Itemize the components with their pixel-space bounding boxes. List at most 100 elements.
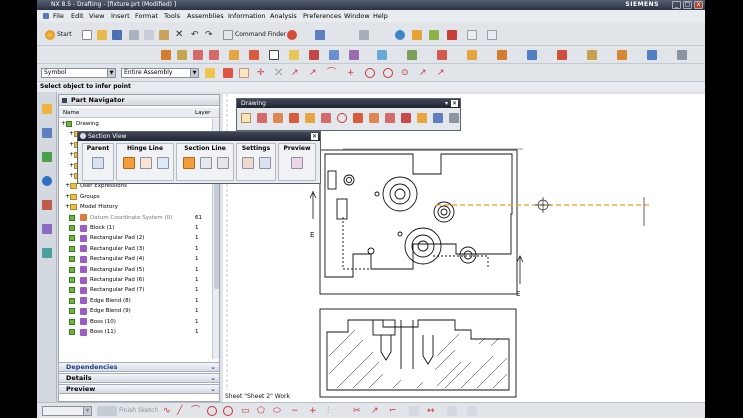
rectangle-icon[interactable]: ▭ [241, 406, 251, 416]
style-icon[interactable] [242, 157, 254, 169]
revolved-section-icon[interactable] [385, 113, 395, 123]
shade-icon[interactable] [412, 30, 422, 40]
visibility-checkbox[interactable] [69, 214, 75, 221]
folded-section-icon[interactable] [401, 113, 411, 123]
edit-icon[interactable] [527, 50, 537, 60]
tree-node[interactable]: + Drawing [59, 119, 211, 129]
assembly-navigator-tab-icon[interactable] [42, 128, 52, 138]
break-view-icon[interactable] [337, 113, 347, 123]
maximize-button[interactable]: □ [683, 1, 692, 9]
chevron-down-icon[interactable]: ⌄ [210, 385, 216, 394]
update-views-icon[interactable] [449, 113, 459, 123]
web-browser-tab-icon[interactable] [42, 176, 52, 186]
feature-row[interactable]: Edge Blend (8) 1 [59, 296, 211, 306]
visibility-checkbox[interactable] [69, 235, 75, 242]
line-icon[interactable]: ╱ [177, 406, 187, 416]
circle-icon[interactable] [365, 68, 375, 78]
symbol-icon[interactable] [349, 50, 359, 60]
arc-tool-icon[interactable]: ⌒ [191, 406, 201, 416]
center-icon[interactable]: ↗ [291, 68, 301, 78]
base-view-icon[interactable] [193, 50, 203, 60]
roles-tab-icon[interactable] [42, 248, 52, 258]
sketch-name-select[interactable]: ▼ [42, 406, 92, 416]
note-icon[interactable] [487, 30, 497, 40]
tree-node[interactable]: + Model History [59, 202, 211, 212]
feature-icon[interactable] [557, 50, 567, 60]
feature-row[interactable]: Rectangular Pad (5) 1 [59, 265, 211, 275]
utility-icon[interactable] [587, 50, 597, 60]
close-icon[interactable]: ✕ [451, 100, 458, 107]
point-tool-icon[interactable]: + [309, 406, 319, 416]
balloon-icon[interactable] [467, 50, 477, 60]
label-icon[interactable] [259, 157, 271, 169]
feature-row[interactable]: Datum Coordinate System (0) 61 [59, 213, 211, 223]
top-view[interactable] [319, 149, 518, 295]
offset-icon[interactable]: ⫶ [327, 406, 337, 416]
menu-file[interactable]: File [53, 10, 64, 22]
datum-icon[interactable] [309, 50, 319, 60]
command-finder-button[interactable]: Command Finder [235, 30, 286, 40]
delete-segment-icon[interactable] [200, 157, 212, 169]
corner-icon[interactable]: ⌐ [389, 406, 399, 416]
pictorial-section-icon[interactable] [417, 113, 427, 123]
view-boundary-icon[interactable] [433, 113, 443, 123]
feature-row[interactable]: Rectangular Pad (2) 1 [59, 233, 211, 243]
intersection-icon[interactable]: ⤫ [275, 68, 285, 78]
copy-icon[interactable] [144, 30, 154, 40]
redo-icon[interactable]: ↷ [205, 30, 215, 40]
cut-icon[interactable] [129, 30, 139, 40]
section-arrow-right[interactable] [516, 255, 524, 284]
parts-list-icon[interactable] [497, 50, 507, 60]
menu-assemblies[interactable]: Assemblies [187, 10, 224, 22]
reverse-hinge-icon[interactable] [140, 157, 152, 169]
visibility-checkbox[interactable] [69, 329, 75, 335]
feature-row[interactable]: Rectangular Pad (3) 1 [59, 244, 211, 254]
section-tb-icon[interactable] [353, 113, 363, 123]
layer-icon[interactable] [315, 30, 325, 40]
type-filter-select[interactable]: Symbol ▼ [41, 68, 116, 78]
mirror-icon[interactable] [447, 406, 457, 416]
menu-analysis[interactable]: Analysis [270, 10, 297, 22]
visibility-checkbox[interactable] [69, 256, 75, 263]
scope-select[interactable]: Entire Assembly ▼ [121, 68, 199, 78]
weld-icon[interactable] [437, 50, 447, 60]
image-icon[interactable] [377, 50, 387, 60]
select-parent-icon[interactable] [92, 157, 104, 169]
menu-information[interactable]: Information [228, 10, 266, 22]
new-sheet-icon[interactable] [241, 113, 251, 123]
render-icon[interactable] [429, 30, 439, 40]
menu-view[interactable]: View [89, 10, 104, 22]
menu-help[interactable]: Help [373, 10, 388, 22]
menu-insert[interactable]: Insert [111, 10, 130, 22]
chevron-down-icon[interactable]: ▼ [190, 69, 198, 77]
projected-tb-icon[interactable] [305, 113, 315, 123]
feature-row[interactable]: Boss (11) 1 [59, 327, 211, 337]
undo-icon[interactable]: ↶ [191, 30, 201, 40]
finish-sketch-button[interactable]: Finish Sketch [119, 406, 158, 416]
tree-node[interactable]: + Groups [59, 192, 211, 202]
column-name[interactable]: Name [63, 108, 79, 118]
column-layer[interactable]: Layer [195, 108, 210, 118]
drawing-view-icon[interactable] [289, 113, 299, 123]
constraint-navigator-tab-icon[interactable] [42, 152, 52, 162]
sheet-icon[interactable] [177, 50, 187, 60]
spline-icon[interactable]: ∼ [291, 406, 301, 416]
chevron-down-icon[interactable]: ⌄ [210, 363, 216, 372]
snap-point-icon[interactable] [205, 68, 215, 78]
menu-format[interactable]: Format [135, 10, 158, 22]
close-icon[interactable]: ✕ [311, 133, 318, 140]
projected-view-icon[interactable] [209, 50, 219, 60]
feature-row[interactable]: Block (1) 1 [59, 223, 211, 233]
fillet-icon[interactable] [223, 406, 233, 416]
feature-row[interactable]: Boss (10) 1 [59, 317, 211, 327]
sketch-icon[interactable] [161, 50, 171, 60]
half-section-icon[interactable] [369, 113, 379, 123]
sketch-icon[interactable] [97, 406, 107, 416]
settings-icon[interactable] [647, 50, 657, 60]
extend-icon[interactable]: ↗ [371, 406, 381, 416]
associative-hinge-icon[interactable] [157, 157, 169, 169]
chevron-down-icon[interactable]: ▼ [83, 407, 91, 415]
preview-icon[interactable] [291, 157, 303, 169]
section-arrow-left[interactable] [309, 191, 317, 219]
menu-edit[interactable]: Edit [71, 10, 84, 22]
